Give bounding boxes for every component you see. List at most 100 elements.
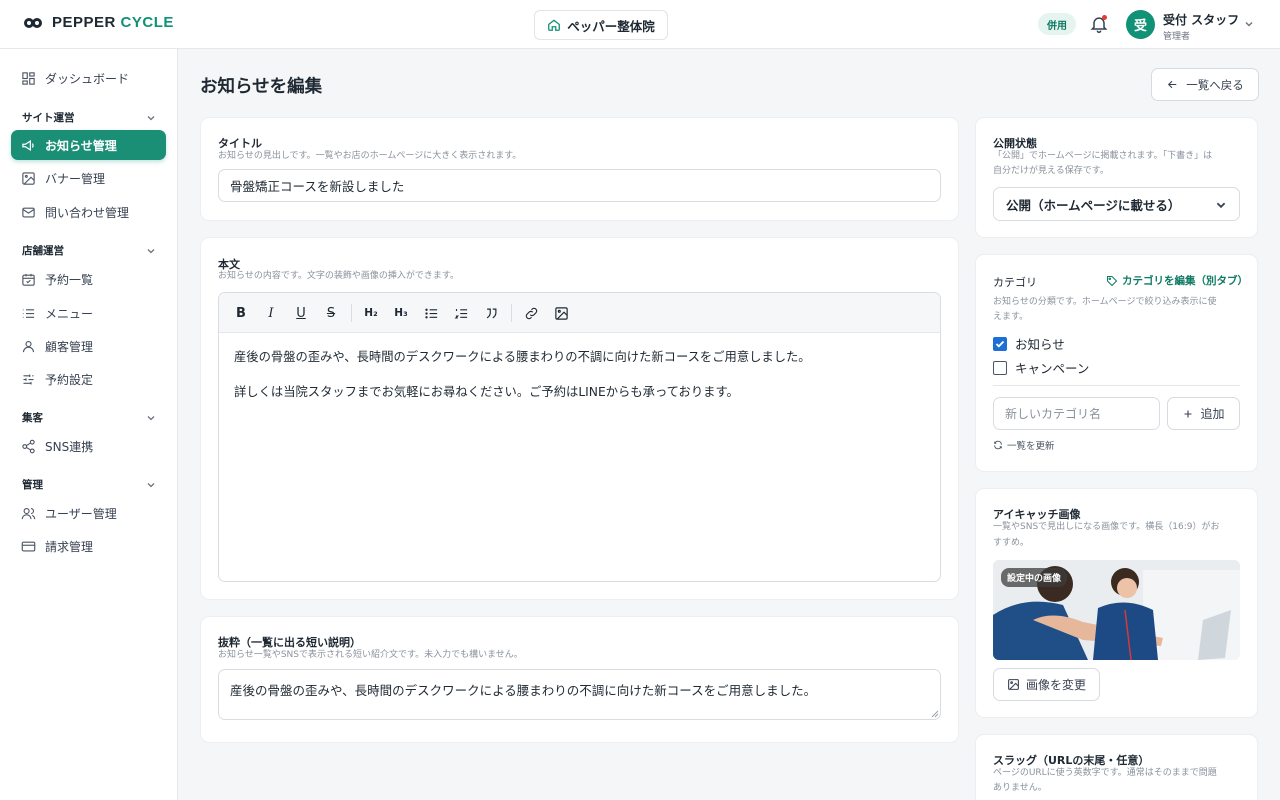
add-category-button[interactable]: 追加 [1167, 397, 1240, 430]
quote-button[interactable] [481, 303, 501, 323]
edit-category-link[interactable]: カテゴリを編集（別タブ） [1106, 273, 1248, 288]
sidebar-item-customers[interactable]: 顧客管理 [11, 331, 166, 361]
strikethrough-button[interactable]: S [321, 303, 341, 323]
status-select[interactable]: 公開（ホームページに載せる） [993, 187, 1240, 221]
bold-button[interactable]: B [231, 303, 251, 323]
megaphone-icon [22, 139, 34, 151]
store-switcher[interactable]: ペッパー整体院 [534, 10, 668, 40]
notification-dot [1102, 15, 1107, 20]
resize-handle-icon[interactable] [931, 710, 939, 718]
section-title: 管理 [22, 479, 43, 491]
checkbox-unchecked[interactable] [993, 360, 1007, 375]
body-paragraph[interactable]: 産後の骨盤の歪みや、長時間のデスクワークによる腰まわりの不調に向けた新コースをご… [234, 347, 811, 365]
link-button[interactable] [521, 303, 541, 323]
chevron-down-icon[interactable] [1244, 19, 1254, 29]
status-selected: 公開（ホームページに載せる） [1006, 197, 1181, 213]
heading2-button[interactable]: H₂ [361, 303, 381, 323]
sidebar-item-label: 予約一覧 [45, 272, 94, 287]
dashboard-icon [22, 71, 35, 85]
section-title: 集客 [22, 412, 43, 424]
refresh-label: 一覧を更新 [1007, 441, 1055, 452]
user-menu[interactable]: 受付 スタッフ 管理者 [1163, 11, 1239, 42]
sidebar-item-reservation-settings[interactable]: 予約設定 [11, 364, 166, 394]
sidebar-item-label: お知らせ管理 [45, 138, 117, 153]
title-hint: お知らせの見出しです。一覧やお店のホームページに大きく表示されます。 [218, 151, 522, 161]
category-hint: えます。 [993, 312, 1029, 322]
credit-card-icon [21, 541, 36, 551]
category-label: カテゴリ [993, 276, 1037, 289]
editor-toolbar: B I U S H₂ H₃ [219, 293, 940, 333]
underline-button[interactable]: U [291, 303, 311, 323]
toolbar-divider [351, 304, 352, 322]
category-option-campaign[interactable]: キャンペーン [993, 358, 1089, 377]
brand-name: PEPPER CYCLE [52, 14, 174, 31]
share-icon [22, 439, 35, 453]
eyecatch-image: 設定中の画像 [993, 560, 1240, 660]
checkbox-checked[interactable] [993, 336, 1007, 351]
body-paragraph[interactable]: 詳しくは当院スタッフまでお気軽にお尋ねください。ご予約はLINEからも承っており… [234, 382, 739, 400]
add-label: 追加 [1200, 407, 1225, 421]
sidebar-item-reservations[interactable]: 予約一覧 [11, 264, 166, 294]
category-option-news[interactable]: お知らせ [993, 334, 1065, 353]
image-icon [22, 171, 35, 185]
change-image-button[interactable]: 画像を変更 [993, 668, 1100, 701]
chevron-down-icon [147, 415, 155, 420]
sidebar-item-label: SNS連携 [45, 439, 94, 454]
insert-image-button[interactable] [551, 303, 571, 323]
mode-pill: 併用 [1038, 13, 1076, 35]
image-icon [554, 306, 568, 320]
divider [993, 385, 1240, 386]
sidebar-section-admin[interactable]: 管理 [22, 477, 156, 492]
check-icon [995, 340, 1005, 348]
brand-logo[interactable]: PEPPER CYCLE [24, 14, 174, 31]
heading3-button[interactable]: H₃ [391, 303, 411, 323]
new-category-input[interactable]: 新しいカテゴリ名 [993, 397, 1160, 430]
section-title: サイト運営 [22, 112, 75, 124]
sidebar-item-label: メニュー [45, 306, 94, 321]
sidebar-item-news[interactable]: お知らせ管理 [11, 130, 166, 160]
eyecatch-hint: 一覧やSNSで見出しになる画像です。横長（16:9）がお [993, 522, 1220, 532]
italic-button[interactable]: I [261, 303, 281, 323]
sidebar-section-marketing[interactable]: 集客 [22, 410, 156, 425]
sidebar-section-site[interactable]: サイト運営 [22, 110, 156, 125]
category-option-label: キャンペーン [1015, 361, 1090, 376]
avatar[interactable]: 受 [1126, 10, 1155, 39]
slug-hint: ページのURLに使う英数字です。通常はそのままで問題 [993, 768, 1217, 778]
back-to-list-button[interactable]: 一覧へ戻る [1151, 68, 1259, 101]
sidebar-item-label: 予約設定 [45, 372, 94, 387]
user-name: 受付 スタッフ [1163, 13, 1240, 27]
excerpt-textarea[interactable]: 産後の骨盤の歪みや、長時間のデスクワークによる腰まわりの不調に向けた新コースをご… [218, 669, 941, 720]
chevron-down-icon [147, 248, 155, 253]
sidebar-item-banner[interactable]: バナー管理 [11, 163, 166, 193]
chevron-down-icon [147, 482, 155, 487]
list-icon [22, 308, 35, 318]
sidebar-item-label: ダッシュボード [45, 71, 130, 86]
user-role: 管理者 [1163, 32, 1191, 42]
sidebar-item-users[interactable]: ユーザー管理 [11, 498, 166, 528]
page-title: お知らせを編集 [200, 77, 323, 97]
sidebar-section-store[interactable]: 店舗運営 [22, 243, 156, 258]
bullet-list-button[interactable] [421, 303, 441, 323]
title-input[interactable]: 骨盤矯正コースを新設しました [218, 169, 941, 202]
excerpt-hint: お知らせ一覧やSNSで表示される短い紹介文です。未入力でも構いません。 [218, 650, 523, 660]
plus-icon [1184, 410, 1192, 417]
numbered-list-button[interactable] [451, 303, 471, 323]
edit-category-label: カテゴリを編集（別タブ） [1122, 275, 1248, 287]
sidebar-item-billing[interactable]: 請求管理 [11, 531, 166, 561]
sidebar-item-inquiries[interactable]: 問い合わせ管理 [11, 197, 166, 227]
rich-text-editor[interactable]: B I U S H₂ H₃ 産後の骨盤の歪みや、長時間のデスクワークによる腰まわ… [218, 292, 941, 582]
sidebar-item-menu[interactable]: メニュー [11, 298, 166, 328]
numbered-list-icon [454, 308, 467, 318]
chevron-down-icon [147, 115, 155, 120]
refresh-list-link[interactable]: 一覧を更新 [993, 438, 1055, 452]
sliders-icon [23, 374, 34, 384]
sidebar-item-label: 顧客管理 [45, 339, 94, 354]
change-image-label: 画像を変更 [1025, 678, 1086, 692]
calendar-icon [22, 273, 35, 286]
infinity-logo-icon [24, 17, 42, 29]
sidebar-item-dashboard[interactable]: ダッシュボード [11, 63, 166, 93]
tag-icon [1107, 275, 1118, 286]
notification-button[interactable] [1089, 14, 1109, 34]
current-image-badge: 設定中の画像 [1001, 568, 1068, 587]
sidebar-item-sns[interactable]: SNS連携 [11, 431, 166, 461]
